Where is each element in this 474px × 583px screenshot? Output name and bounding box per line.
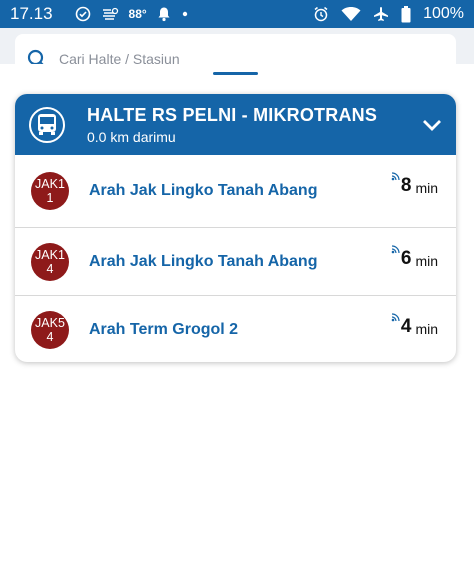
stop-card: HALTE RS PELNI - MIKROTRANS 0.0 km darim… [15, 94, 456, 362]
status-temperature: 88° [128, 7, 147, 21]
route-destination: Arah Jak Lingko Tanah Abang [89, 182, 318, 199]
airplane-icon [373, 6, 389, 22]
eta-unit: min [415, 253, 438, 269]
stop-name: HALTE RS PELNI - MIKROTRANS [87, 104, 378, 125]
battery-percentage: 100% [423, 5, 464, 22]
route-code: JAK1 [35, 177, 65, 191]
wifi-icon [341, 6, 361, 22]
route-row[interactable]: JAK1 4 Arah Jak Lingko Tanah Abang 6 min [15, 227, 456, 295]
search-area: Cari Halte / Stasiun [0, 28, 474, 70]
bus-icon [29, 106, 65, 143]
stop-distance: 0.0 km darimu [87, 128, 176, 145]
eta: 6 min [391, 245, 438, 270]
live-signal-icon [391, 171, 401, 181]
notification-bell-icon [157, 6, 171, 22]
status-time: 17.13 [10, 4, 53, 23]
eta-unit: min [415, 180, 438, 196]
route-code: JAK5 [35, 315, 65, 330]
eta-unit: min [415, 321, 438, 337]
eta: 4 min [391, 313, 438, 338]
route-row[interactable]: JAK1 1 Arah Jak Lingko Tanah Abang 8 min [15, 155, 456, 227]
chevron-down-icon[interactable] [422, 119, 442, 131]
route-destination: Arah Jak Lingko Tanah Abang [89, 252, 318, 270]
live-signal-icon [391, 244, 401, 254]
route-code: JAK1 [35, 247, 65, 262]
route-code-number: 4 [46, 261, 54, 276]
route-badge: JAK1 1 [31, 172, 69, 210]
eta-value: 4 [400, 316, 412, 337]
bottom-sheet: HALTE RS PELNI - MIKROTRANS 0.0 km darim… [0, 64, 474, 583]
route-code-number: 1 [46, 191, 54, 205]
check-circle-icon [75, 6, 91, 22]
route-row[interactable]: JAK5 4 Arah Term Grogol 2 4 min [15, 295, 456, 362]
route-badge: JAK1 4 [31, 242, 69, 281]
eta: 8 min [391, 172, 438, 197]
alarm-icon [313, 6, 329, 22]
status-bar: 17.13 88° 100% [0, 0, 474, 28]
sheet-drag-handle[interactable] [213, 72, 258, 75]
sensor-icon [101, 6, 119, 22]
stop-card-header[interactable]: HALTE RS PELNI - MIKROTRANS 0.0 km darim… [15, 94, 456, 155]
route-code-number: 4 [46, 329, 54, 344]
eta-value: 8 [400, 175, 412, 196]
eta-value: 6 [400, 248, 412, 269]
battery-icon [401, 5, 411, 23]
route-badge: JAK5 4 [31, 310, 69, 349]
dot-icon [181, 10, 189, 18]
live-signal-icon [391, 312, 401, 322]
route-destination: Arah Term Grogol 2 [89, 320, 239, 338]
